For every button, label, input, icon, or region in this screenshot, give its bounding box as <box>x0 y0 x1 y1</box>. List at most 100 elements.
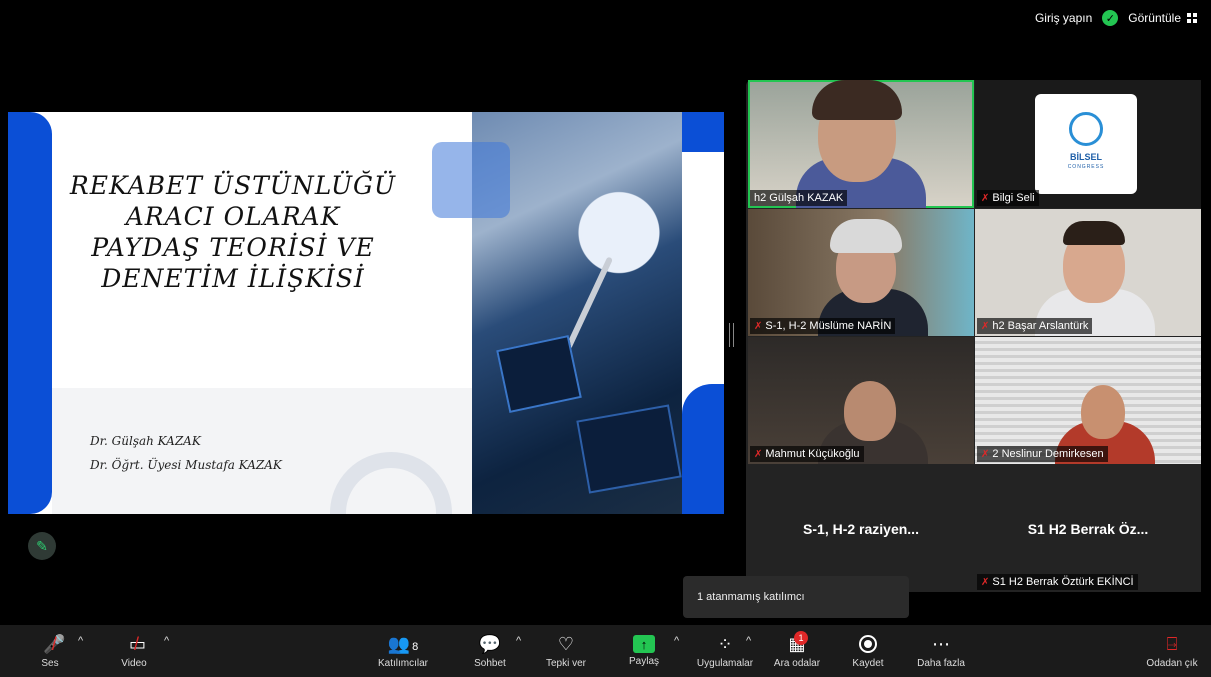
video-tile[interactable]: ✗ S-1, H-2 Müslüme NARİN <box>748 209 974 336</box>
more-button[interactable]: ⋯ Daha fazla <box>910 625 972 677</box>
react-button[interactable]: ♡ Tepki ver <box>540 625 592 677</box>
share-button[interactable]: ↑ Paylaş <box>624 625 664 677</box>
slide-right-accent <box>682 384 724 514</box>
tile-name-label: ✗ h2 Başar Arslantürk <box>977 318 1093 334</box>
video-button[interactable]: ▭/ Video <box>112 625 156 677</box>
bilsel-logo-card: BİLSEL CONGRESS <box>1035 94 1137 194</box>
apps-label: Uygulamalar <box>696 658 754 669</box>
breakout-label: Ara odalar <box>773 658 821 669</box>
chat-options-caret-icon[interactable]: ^ <box>516 635 521 647</box>
leave-door-icon: ⍈ <box>1166 634 1178 654</box>
participant-big-name: S-1, H-2 raziyen... <box>803 521 919 537</box>
chat-bubble-icon: 💬 <box>478 634 502 654</box>
slide-author: Dr. Öğrt. Üyesi Mustafa KAZAK <box>90 458 282 472</box>
participants-icon: 👥 8 <box>387 634 419 654</box>
mic-muted-icon: ✗ <box>981 192 990 204</box>
participant-face <box>844 381 896 441</box>
tile-name-label: ✗ Bilgi Seli <box>977 190 1039 206</box>
video-label: Video <box>121 658 147 669</box>
apps-icon: ⁘ <box>717 634 733 654</box>
participant-name: Mahmut Küçükoğlu <box>765 448 860 460</box>
video-tile[interactable]: S-1, H-2 raziyen... <box>748 465 974 592</box>
tile-name-label: h2 Gülşah KAZAK <box>750 190 848 206</box>
video-options-caret-icon[interactable]: ^ <box>164 635 169 647</box>
video-tile[interactable]: h2 Gülşah KAZAK <box>748 80 974 208</box>
participants-label: Katılımcılar <box>377 658 428 669</box>
slide-title-line: ARACI OLARAK <box>125 202 341 231</box>
signin-label[interactable]: Giriş yapın <box>1035 11 1092 25</box>
camera-off-icon: ▭/ <box>128 634 146 654</box>
slide-title-line: REKABET ÜSTÜNLÜĞÜ <box>69 171 397 200</box>
share-options-caret-icon[interactable]: ^ <box>674 635 679 647</box>
participant-name: 2 Neslinur Demirkesen <box>992 448 1104 460</box>
tooltip-text: 1 atanmamış katılımcı <box>697 591 805 603</box>
record-icon <box>859 633 877 655</box>
participant-name: S-1, H-2 Müslüme NARİN <box>765 320 892 332</box>
video-tile[interactable]: ✗ h2 Başar Arslantürk <box>975 209 1201 336</box>
breakout-tooltip: 1 atanmamış katılımcı <box>683 576 909 618</box>
logo-subtext: CONGRESS <box>1067 164 1105 170</box>
mic-muted-icon: ✗ <box>981 320 990 332</box>
video-tile[interactable]: BİLSEL CONGRESS ✗ Bilgi Seli <box>975 80 1201 208</box>
chat-label: Sohbet <box>474 658 506 669</box>
record-label: Kaydet <box>852 658 884 669</box>
tile-name-label: ✗ S1 H2 Berrak Öztürk EKİNCİ <box>977 574 1138 590</box>
participants-button[interactable]: 👥 8 Katılımcılar <box>362 625 444 677</box>
slide-photo-analytics <box>432 112 682 514</box>
video-gallery: h2 Gülşah KAZAK BİLSEL CONGRESS ✗ Bilgi S… <box>746 80 1201 592</box>
video-tile[interactable]: ✗ Mahmut Küçükoğlu <box>748 337 974 464</box>
slide-title-line: DENETİM İLİŞKİSİ <box>101 264 365 293</box>
audio-label: Ses <box>41 658 59 669</box>
record-circle-icon <box>859 635 877 653</box>
audio-options-caret-icon[interactable]: ^ <box>78 635 83 647</box>
leave-label: Odadan çık <box>1146 658 1198 669</box>
apps-options-caret-icon[interactable]: ^ <box>746 635 751 647</box>
tile-name-label: ✗ Mahmut Küçükoğlu <box>750 446 864 462</box>
grid-view-icon <box>1187 13 1197 23</box>
participant-big-name: S1 H2 Berrak Öz... <box>1027 521 1149 537</box>
leave-button[interactable]: ⍈ Odadan çık <box>1144 625 1200 677</box>
more-ellipsis-icon: ⋯ <box>932 634 950 654</box>
participants-count: 8 <box>412 641 419 653</box>
share-label: Paylaş <box>628 656 659 667</box>
heart-icon: ♡ <box>557 634 575 654</box>
photo-chart-screen <box>496 335 582 413</box>
apps-button[interactable]: ⁘ Uygulamalar <box>693 625 757 677</box>
mic-muted-icon: ✗ <box>981 576 990 588</box>
logo-text: BİLSEL <box>1069 152 1102 162</box>
slide-title: REKABET ÜSTÜNLÜĞÜ ARACI OLARAK PAYDAŞ TE… <box>68 170 398 294</box>
share-screen-icon: ↑ <box>633 635 655 653</box>
tile-name-label: ✗ S-1, H-2 Müslüme NARİN <box>750 318 896 334</box>
bilsel-logo-icon <box>1069 112 1103 146</box>
video-tile[interactable]: S1 H2 Berrak Öz... ✗ S1 H2 Berrak Öztürk … <box>975 465 1201 592</box>
participant-name: Bilgi Seli <box>992 192 1035 204</box>
view-splitter-handle[interactable] <box>729 323 734 347</box>
mic-muted-icon: ✗ <box>981 448 990 460</box>
participant-name: h2 Başar Arslantürk <box>992 320 1089 332</box>
audio-button[interactable]: 🎤/ Ses <box>30 625 70 677</box>
annotate-pencil-icon[interactable]: ✎ <box>28 532 56 560</box>
participant-name: S1 H2 Berrak Öztürk EKİNCİ <box>992 576 1134 588</box>
breakout-rooms-button[interactable]: ▦ 1 Ara odalar <box>768 625 826 677</box>
mic-muted-icon: ✗ <box>754 320 763 332</box>
video-tile[interactable]: ✗ 2 Neslinur Demirkesen <box>975 337 1201 464</box>
more-label: Daha fazla <box>917 658 965 669</box>
record-button[interactable]: Kaydet <box>846 625 890 677</box>
slide-author: Dr. Gülşah KAZAK <box>90 434 201 448</box>
security-shield-icon[interactable]: ✓ <box>1102 10 1119 26</box>
chat-button[interactable]: 💬 Sohbet <box>468 625 512 677</box>
participant-face <box>1081 385 1125 439</box>
slide-left-accent <box>8 112 52 514</box>
view-label: Görüntüle <box>1128 11 1181 25</box>
mic-muted-icon: ✗ <box>754 448 763 460</box>
photo-overlay-square <box>432 142 510 218</box>
react-label: Tepki ver <box>545 658 586 669</box>
view-button[interactable]: Görüntüle <box>1128 11 1197 25</box>
photo-chart-screen <box>576 404 682 494</box>
participant-name: h2 Gülşah KAZAK <box>754 192 844 204</box>
meeting-toolbar: 🎤/ Ses ^ ▭/ Video ^ 👥 8 Katılımcılar 💬 So… <box>0 625 1211 677</box>
mic-muted-icon: 🎤/ <box>43 634 66 654</box>
participant-hair <box>830 219 902 253</box>
tile-name-label: ✗ 2 Neslinur Demirkesen <box>977 446 1108 462</box>
participant-hair <box>812 80 902 120</box>
